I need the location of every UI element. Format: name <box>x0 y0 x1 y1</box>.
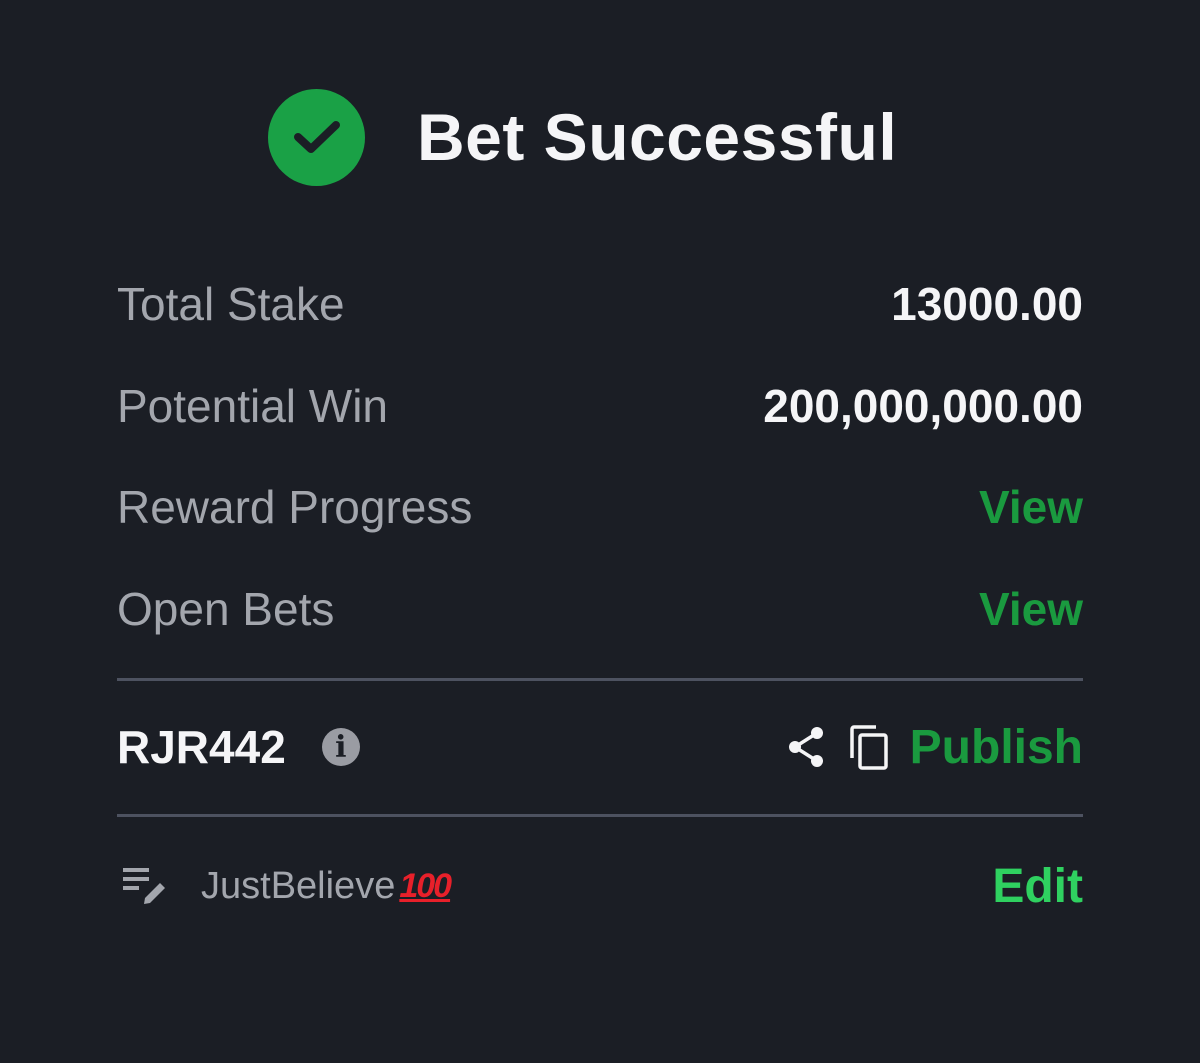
divider-top <box>117 678 1083 681</box>
booking-code: RJR442 <box>117 721 286 773</box>
open-bets-view-link[interactable]: View <box>979 582 1083 636</box>
total-stake-value: 13000.00 <box>891 278 1083 330</box>
check-circle-icon <box>268 88 365 186</box>
share-icon[interactable] <box>786 725 826 769</box>
open-bets-row: Open Bets View <box>117 579 1083 639</box>
page-title: Bet Successful <box>417 100 898 174</box>
reward-progress-label: Reward Progress <box>117 481 473 533</box>
potential-win-label: Potential Win <box>117 380 389 432</box>
info-icon[interactable]: i <box>321 728 360 766</box>
note-text: JustBelieve <box>201 864 396 907</box>
reward-progress-view-link[interactable]: View <box>979 480 1083 534</box>
note-edit-icon <box>117 862 171 911</box>
copy-icon[interactable] <box>848 723 890 771</box>
total-stake-row: Total Stake 13000.00 <box>117 274 1083 334</box>
total-stake-label: Total Stake <box>117 278 345 330</box>
note-row: JustBelieve 100 Edit <box>117 856 1083 916</box>
potential-win-row: Potential Win 200,000,000.00 <box>117 376 1083 436</box>
edit-button[interactable]: Edit <box>992 859 1083 914</box>
potential-win-value: 200,000,000.00 <box>763 380 1083 432</box>
booking-actions: Publish <box>786 720 1083 775</box>
publish-button[interactable]: Publish <box>910 720 1083 775</box>
reward-progress-row: Reward Progress View <box>117 477 1083 537</box>
divider-bottom <box>117 814 1083 817</box>
open-bets-label: Open Bets <box>117 583 335 635</box>
bet-confirmation-panel: Bet Successful Total Stake 13000.00 Pote… <box>0 0 1200 1063</box>
booking-code-row: RJR442 i Publish <box>117 715 1083 779</box>
hundred-points-icon: 100 <box>399 866 452 905</box>
header: Bet Successful <box>268 88 897 186</box>
note-group: JustBelieve 100 <box>117 862 452 911</box>
booking-code-group: RJR442 i <box>117 720 360 774</box>
